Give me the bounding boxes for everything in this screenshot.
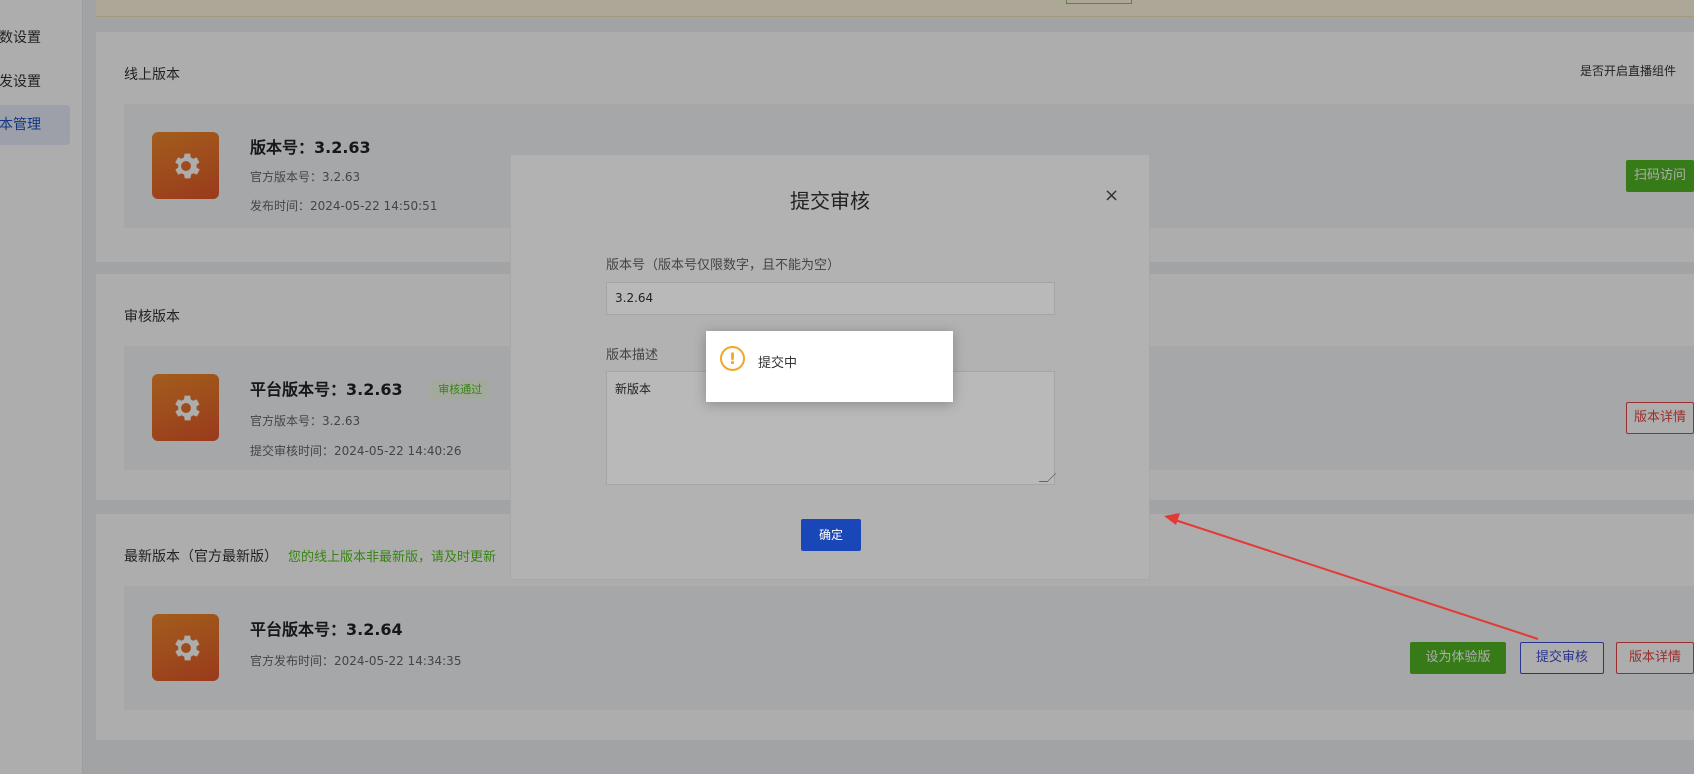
close-icon[interactable]: ×: [1104, 185, 1119, 206]
description-text: 新版本: [615, 382, 652, 396]
resize-handle[interactable]: [1038, 473, 1057, 482]
description-field-label: 版本描述: [606, 348, 659, 363]
version-field-label: 版本号（版本号仅限数字，且不能为空）: [606, 258, 841, 273]
dialog-title: 提交审核: [790, 189, 870, 213]
toast-message: 提交中: [758, 356, 798, 371]
version-input[interactable]: 3.2.64: [606, 282, 1055, 315]
confirm-button[interactable]: 确定: [801, 519, 861, 551]
warning-circle-icon: !: [720, 346, 745, 371]
submitting-toast: ! 提交中: [706, 331, 953, 402]
